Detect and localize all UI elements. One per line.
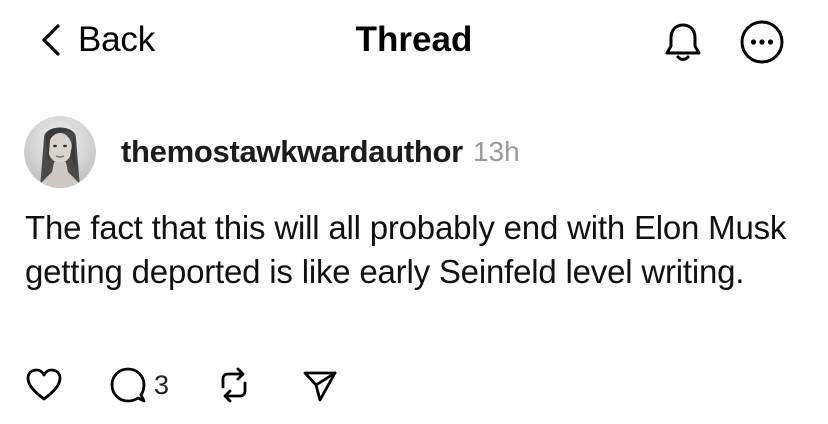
repost-button[interactable] <box>214 362 254 408</box>
bell-icon <box>661 20 705 64</box>
post-timestamp: 13h <box>472 136 520 167</box>
post-actions: 3 <box>0 362 828 408</box>
send-icon <box>300 365 340 405</box>
share-button[interactable] <box>300 362 340 408</box>
like-button[interactable] <box>24 362 64 408</box>
avatar[interactable] <box>24 116 96 188</box>
back-button[interactable]: Back <box>38 18 155 62</box>
comment-icon <box>108 365 148 405</box>
post-author-row: themostawkwardauthor 13h <box>24 116 520 188</box>
chevron-left-icon <box>38 22 64 58</box>
more-options-button[interactable] <box>738 18 786 66</box>
back-label: Back <box>78 20 156 59</box>
post-body-text: The fact that this will all probably end… <box>25 209 787 290</box>
top-bar: Back Thread <box>0 0 828 80</box>
notifications-button[interactable] <box>661 20 705 64</box>
repost-icon <box>214 365 254 405</box>
post-author-username[interactable]: themostawkwardauthor <box>121 134 463 170</box>
more-options-icon <box>738 18 786 66</box>
reply-count: 3 <box>154 369 170 400</box>
heart-icon <box>24 365 64 405</box>
reply-button[interactable]: 3 <box>108 362 169 408</box>
